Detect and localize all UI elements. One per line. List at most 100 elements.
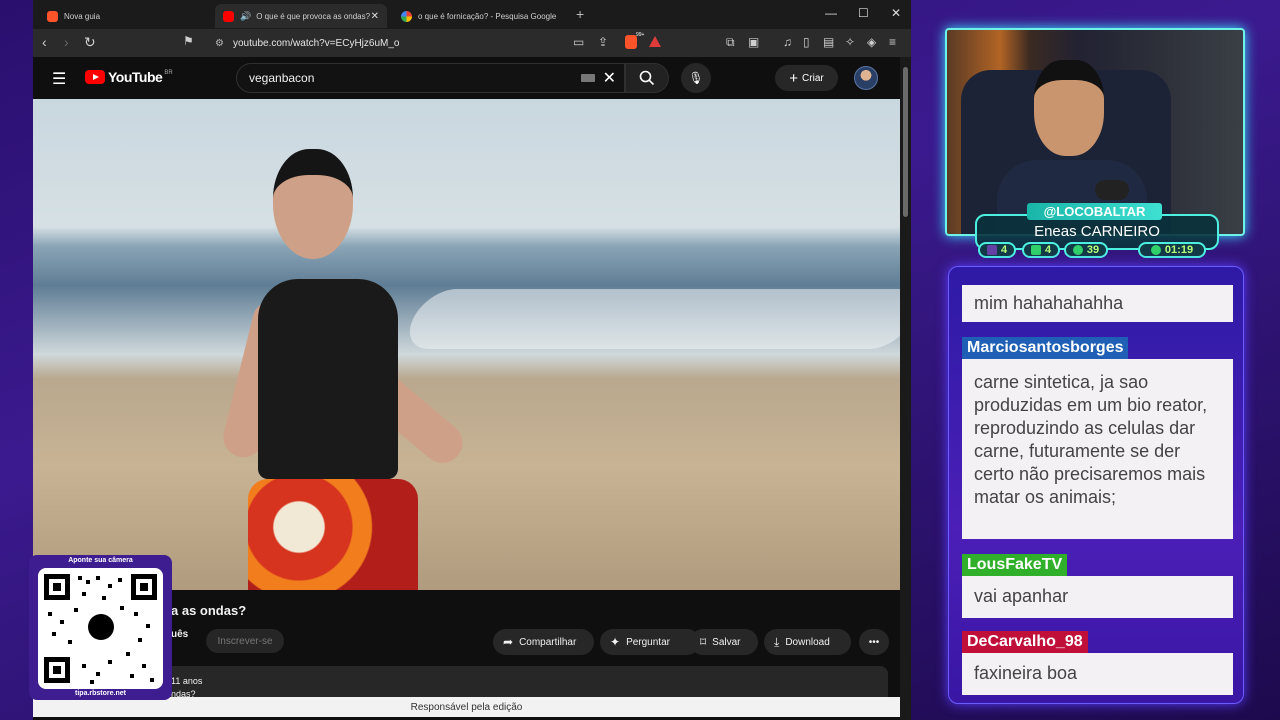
search-button[interactable] xyxy=(625,63,669,93)
qr-logo-icon xyxy=(88,614,114,640)
menu-icon[interactable]: ≡ xyxy=(889,35,896,49)
stat-uptime: 01:19 xyxy=(1138,242,1206,258)
scrollbar-thumb[interactable] xyxy=(903,67,908,217)
music-icon[interactable]: ♫ xyxy=(783,35,792,49)
account-avatar[interactable] xyxy=(854,66,878,90)
url-text: youtube.com/watch?v=ECyHjz6uM_o xyxy=(233,37,400,49)
search-input[interactable]: veganbacon ✕ xyxy=(236,63,625,93)
microphone-prop xyxy=(1095,180,1129,200)
share-label: Compartilhar xyxy=(519,636,577,648)
description-meta: 11 anos xyxy=(171,676,203,686)
minimize-icon[interactable]: — xyxy=(825,6,837,20)
tab-new[interactable]: Nova guia xyxy=(39,4,209,28)
brave-icon xyxy=(47,10,58,22)
bookmark-save-icon: ⌑ xyxy=(700,635,707,649)
chat-message: vai apanhar xyxy=(962,576,1233,618)
qr-overlay: Aponte sua câmera tipa.rbstore.net xyxy=(29,555,172,700)
voice-search-button[interactable]: 🎙 xyxy=(681,63,711,93)
plus-icon: + xyxy=(789,69,799,87)
more-actions-button[interactable]: ••• xyxy=(859,629,889,655)
stat-value: 39 xyxy=(1086,244,1100,256)
wallet-icon[interactable]: ▤ xyxy=(823,35,834,49)
viewers-icon xyxy=(1072,245,1083,255)
save-button[interactable]: ⌑ Salvar xyxy=(690,629,758,655)
leo-ai-icon[interactable]: ✧ xyxy=(845,35,855,49)
vpn-icon[interactable]: ◈ xyxy=(867,35,876,49)
google-icon xyxy=(401,10,412,22)
logo-text: YouTube xyxy=(108,69,163,85)
share-button[interactable]: ➦ Compartilhar xyxy=(493,629,594,655)
brave-rewards-icon[interactable] xyxy=(649,36,661,47)
create-label: Criar xyxy=(802,72,824,84)
chat-panel: mim hahahahahha Marciosantosborges carne… xyxy=(948,266,1244,704)
twitch-icon xyxy=(986,245,997,255)
chat-username: LousFakeTV xyxy=(962,554,1068,576)
share-arrow-icon: ➦ xyxy=(503,635,514,649)
tab-youtube-active[interactable]: 🔊 O que é que provoca as ondas? - Yo ✕ xyxy=(215,4,387,28)
more-icon: ••• xyxy=(868,636,880,648)
screenshot-icon[interactable]: ▣ xyxy=(748,35,759,49)
tab-bar: Nova guia 🔊 O que é que provoca as ondas… xyxy=(33,0,911,29)
streamer-name: Eneas CARNEIRO xyxy=(1034,223,1160,240)
reload-icon[interactable]: ↻ xyxy=(84,34,96,51)
download-label: Download xyxy=(785,636,830,648)
address-bar-row: ‹ › ↻ ⚑ ⚙ youtube.com/watch?v=ECyHjz6uM_… xyxy=(33,29,911,57)
streamer-handle: @LOCOBALTAR xyxy=(1027,203,1162,220)
sidebar-icon[interactable]: ▯ xyxy=(803,35,810,49)
stat-twitch: 4 xyxy=(978,242,1016,258)
new-tab-button[interactable]: + xyxy=(576,6,584,22)
footer-banner: Responsável pela edição xyxy=(33,697,900,717)
maximize-icon[interactable]: ☐ xyxy=(858,6,869,20)
cast-icon[interactable]: ▭ xyxy=(573,35,584,49)
stat-youtube: 4 xyxy=(1022,242,1060,258)
bookmark-icon[interactable]: ⚑ xyxy=(183,34,194,48)
video-player[interactable] xyxy=(33,99,900,590)
qr-url: tipa.rbstore.net xyxy=(75,690,126,697)
extensions-icon[interactable]: ⧉ xyxy=(726,35,735,50)
stat-viewers: 39 xyxy=(1064,242,1108,258)
microphone-icon: 🎙 xyxy=(688,71,704,85)
youtube-header: ☰ YouTube BR veganbacon ✕ 🎙 + Criar xyxy=(33,57,911,99)
video-frame-presenter xyxy=(219,149,471,590)
tab-google[interactable]: o que é fornicação? - Pesquisa Google xyxy=(393,4,565,28)
chat-message: mim hahahahahha xyxy=(962,285,1233,322)
youtube-icon xyxy=(223,10,234,22)
video-title: a as ondas? xyxy=(171,603,247,618)
video-frame-waves xyxy=(399,289,900,349)
keyboard-icon[interactable] xyxy=(580,74,595,82)
qr-caption: Aponte sua câmera xyxy=(68,557,133,564)
download-button[interactable]: ⤓ Download xyxy=(764,629,851,655)
subscribe-button[interactable]: Inscrever-se xyxy=(206,629,284,653)
forward-icon[interactable]: › xyxy=(64,34,69,50)
stat-value: 4 xyxy=(1044,244,1052,256)
youtube-play-icon xyxy=(85,70,105,84)
search-icon xyxy=(639,70,655,86)
channel-name[interactable]: uês xyxy=(171,629,188,640)
chat-username: Marciosantosborges xyxy=(962,337,1129,359)
ask-button[interactable]: ✦ Perguntar xyxy=(600,629,700,655)
youtube-icon xyxy=(1030,245,1041,255)
site-info-icon[interactable]: ⚙ xyxy=(215,38,224,49)
share-icon[interactable]: ⇪ xyxy=(598,35,608,49)
qr-code xyxy=(38,568,163,689)
clock-icon xyxy=(1150,245,1161,255)
tab-title: O que é que provoca as ondas? - Yo xyxy=(256,11,371,21)
page-scrollbar[interactable] xyxy=(900,57,911,720)
search-value: veganbacon xyxy=(249,71,315,85)
clear-search-icon[interactable]: ✕ xyxy=(603,68,616,88)
sparkle-icon: ✦ xyxy=(610,635,621,649)
create-button[interactable]: + Criar xyxy=(775,65,838,91)
close-tab-icon[interactable]: ✕ xyxy=(371,11,379,22)
stat-value: 01:19 xyxy=(1164,244,1194,256)
chat-username: DeCarvalho_98 xyxy=(962,631,1088,653)
download-icon: ⤓ xyxy=(774,634,780,649)
ask-label: Perguntar xyxy=(626,636,670,648)
back-icon[interactable]: ‹ xyxy=(42,34,47,50)
audio-icon[interactable]: 🔊 xyxy=(240,11,251,22)
guide-menu-icon[interactable]: ☰ xyxy=(52,69,66,89)
chat-message: faxineira boa xyxy=(962,653,1233,695)
save-label: Salvar xyxy=(712,636,741,648)
close-window-icon[interactable]: ✕ xyxy=(891,6,901,20)
url-field[interactable]: ⚙ youtube.com/watch?v=ECyHjz6uM_o xyxy=(215,33,657,53)
youtube-logo[interactable]: YouTube BR xyxy=(85,69,173,85)
